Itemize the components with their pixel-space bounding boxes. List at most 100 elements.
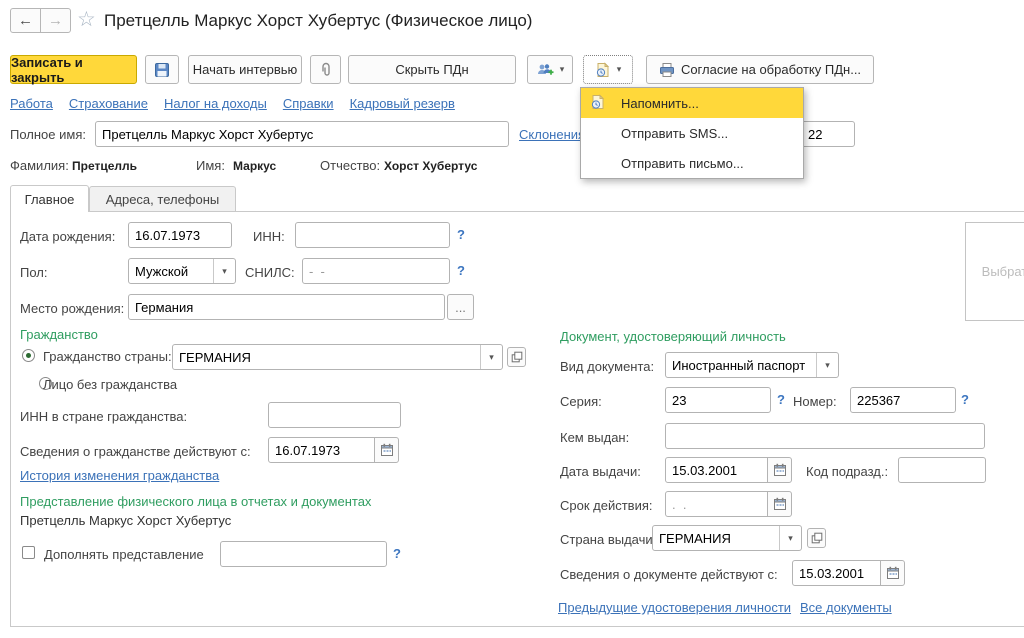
validity-input[interactable] bbox=[665, 491, 768, 517]
calendar-icon bbox=[773, 497, 787, 511]
tab-adresa-telefony[interactable]: Адреса, телефоны bbox=[89, 186, 236, 212]
reminder-menu-button[interactable]: ▾ bbox=[583, 55, 633, 84]
citizenship-valid-from-calendar-button[interactable] bbox=[374, 437, 399, 463]
validity-calendar-button[interactable] bbox=[767, 491, 792, 517]
tab-glavnoe[interactable]: Главное bbox=[10, 185, 89, 212]
doc-valid-from-field bbox=[792, 560, 905, 586]
surname-label: Фамилия: bbox=[10, 158, 69, 173]
hide-personal-data-button[interactable]: Скрыть ПДн bbox=[348, 55, 516, 84]
open-form-icon bbox=[811, 532, 823, 544]
citizenship-country-radio[interactable] bbox=[22, 349, 35, 362]
menu-item-remind[interactable]: Напомнить... bbox=[581, 88, 803, 118]
reminder-dropdown-menu: Напомнить... Отправить SMS... Отправить … bbox=[580, 87, 804, 179]
consent-pdn-button[interactable]: Согласие на обработку ПДн... bbox=[646, 55, 874, 84]
append-presentation-help-icon[interactable]: ? bbox=[393, 546, 401, 561]
favorite-star-icon[interactable]: ☆ bbox=[77, 7, 96, 32]
start-interview-button[interactable]: Начать интервью bbox=[188, 55, 302, 84]
person-card-window: ← → ☆ Претцелль Маркус Хорст Хубертус (Ф… bbox=[0, 0, 1024, 638]
dept-code-input[interactable] bbox=[898, 457, 986, 483]
nav-link-strahovanie[interactable]: Страхование bbox=[69, 96, 148, 111]
citizenship-country-open-button[interactable] bbox=[507, 347, 526, 367]
citizenship-history-link[interactable]: История изменения гражданства bbox=[20, 468, 219, 483]
patronymic-label: Отчество: bbox=[320, 158, 380, 173]
append-presentation-checkbox[interactable] bbox=[22, 546, 35, 559]
series-help-icon[interactable]: ? bbox=[777, 392, 785, 407]
dropdown-caret-icon: ▾ bbox=[560, 65, 565, 74]
full-name-input[interactable] bbox=[95, 121, 509, 147]
save-button[interactable] bbox=[145, 55, 179, 84]
calendar-icon bbox=[886, 566, 900, 580]
nav-link-spravki[interactable]: Справки bbox=[283, 96, 334, 111]
previous-ids-link[interactable]: Предыдущие удостоверения личности bbox=[558, 600, 791, 615]
dropdown-caret-icon: ▾ bbox=[489, 353, 494, 362]
dropdown-caret-icon: ▾ bbox=[222, 267, 227, 276]
append-presentation-label: Дополнять представление bbox=[44, 547, 204, 562]
append-presentation-input[interactable] bbox=[220, 541, 387, 567]
issue-date-field bbox=[665, 457, 792, 483]
inn-help-icon[interactable]: ? bbox=[457, 227, 465, 242]
nav-link-kadroviy-rezerv[interactable]: Кадровый резерв bbox=[350, 96, 455, 111]
back-button[interactable]: ← bbox=[10, 8, 41, 33]
name-value: Маркус bbox=[233, 158, 276, 174]
save-floppy-icon bbox=[154, 62, 170, 78]
sex-label: Пол: bbox=[20, 265, 48, 280]
validity-label: Срок действия: bbox=[560, 498, 653, 513]
stateless-radio-label: Лицо без гражданства bbox=[43, 377, 177, 392]
photo-picker[interactable]: Выбрать фото bbox=[965, 222, 1024, 321]
forward-arrow-icon: → bbox=[48, 12, 63, 29]
citizenship-valid-from-input[interactable] bbox=[268, 437, 375, 463]
birth-date-input[interactable] bbox=[128, 222, 232, 248]
forward-button[interactable]: → bbox=[40, 8, 71, 33]
menu-item-send-sms[interactable]: Отправить SMS... bbox=[581, 118, 803, 148]
inn-input[interactable] bbox=[295, 222, 450, 248]
doc-valid-from-label: Сведения о документе действуют с: bbox=[560, 567, 778, 582]
number-input[interactable] bbox=[850, 387, 956, 413]
issue-date-input[interactable] bbox=[665, 457, 768, 483]
birthplace-more-button[interactable]: ... bbox=[447, 294, 474, 320]
menu-item-send-letter[interactable]: Отправить письмо... bbox=[581, 148, 803, 178]
presentation-header: Представление физического лица в отчетах… bbox=[20, 494, 371, 509]
name-label: Имя: bbox=[196, 158, 225, 173]
issue-country-open-button[interactable] bbox=[807, 528, 826, 548]
responsible-persons-menu-button[interactable]: ▾ bbox=[527, 55, 573, 84]
patronymic-value: Хорст Хубертус bbox=[384, 158, 477, 174]
series-label: Серия: bbox=[560, 394, 602, 409]
document-kind-select[interactable]: Иностранный паспорт ▾ bbox=[665, 352, 839, 378]
calendar-icon bbox=[380, 443, 394, 457]
birthplace-input[interactable] bbox=[128, 294, 445, 320]
nav-link-rabota[interactable]: Работа bbox=[10, 96, 53, 111]
doc-valid-from-calendar-button[interactable] bbox=[880, 560, 905, 586]
save-and-close-button[interactable]: Записать и закрыть bbox=[10, 55, 137, 84]
printer-icon bbox=[659, 62, 675, 78]
issue-country-select[interactable]: ГЕРМАНИЯ ▾ bbox=[652, 525, 802, 551]
citizenship-country-radio-label: Гражданство страны: bbox=[43, 349, 172, 364]
birthplace-label: Место рождения: bbox=[20, 301, 124, 316]
doc-valid-from-input[interactable] bbox=[792, 560, 881, 586]
issue-date-label: Дата выдачи: bbox=[560, 464, 641, 479]
nav-link-nalog[interactable]: Налог на доходы bbox=[164, 96, 267, 111]
foreign-inn-label: ИНН в стране гражданства: bbox=[20, 409, 187, 424]
issue-date-calendar-button[interactable] bbox=[767, 457, 792, 483]
reminder-document-clock-icon bbox=[595, 62, 611, 78]
calendar-icon bbox=[773, 463, 787, 477]
attachments-button[interactable] bbox=[310, 55, 341, 84]
number-help-icon[interactable]: ? bbox=[961, 392, 969, 407]
identity-document-header: Документ, удостоверяющий личность bbox=[560, 329, 786, 344]
citizenship-valid-from-label: Сведения о гражданстве действуют с: bbox=[20, 444, 251, 459]
citizenship-country-select[interactable]: ГЕРМАНИЯ ▾ bbox=[172, 344, 503, 370]
citizenship-header: Гражданство bbox=[20, 327, 98, 342]
snils-input[interactable] bbox=[302, 258, 450, 284]
series-input[interactable] bbox=[665, 387, 771, 413]
foreign-inn-input[interactable] bbox=[268, 402, 401, 428]
snils-help-icon[interactable]: ? bbox=[457, 263, 465, 278]
sex-select[interactable]: Мужской ▾ bbox=[128, 258, 236, 284]
issued-by-input[interactable] bbox=[665, 423, 985, 449]
inn-label: ИНН: bbox=[253, 229, 285, 244]
paperclip-icon bbox=[318, 62, 334, 78]
dropdown-caret-icon: ▾ bbox=[825, 361, 830, 370]
all-documents-link[interactable]: Все документы bbox=[800, 600, 892, 615]
issued-by-label: Кем выдан: bbox=[560, 430, 629, 445]
open-form-icon bbox=[511, 351, 523, 363]
declension-link[interactable]: Склонения bbox=[519, 127, 585, 142]
full-name-label: Полное имя: bbox=[10, 127, 86, 142]
